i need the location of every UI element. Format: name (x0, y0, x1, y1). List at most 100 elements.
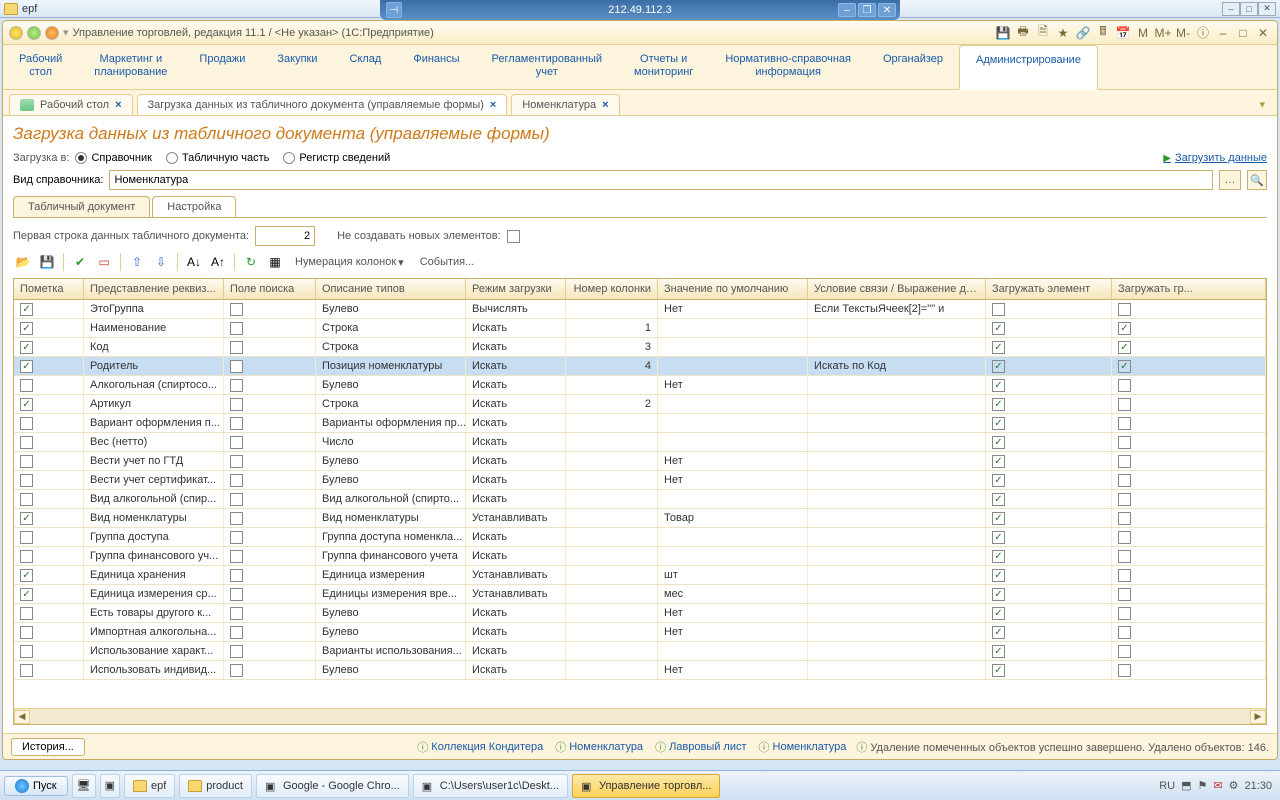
checkbox[interactable] (230, 550, 243, 563)
nav-item[interactable]: Отчеты имониторинг (618, 45, 709, 89)
checkbox[interactable] (1118, 550, 1131, 563)
column-header[interactable]: Представление реквиз... (84, 279, 224, 299)
preview-icon[interactable]: 🗎 (1035, 25, 1051, 41)
taskbar-item[interactable]: ▣ C:\Users\user1c\Deskt... (413, 774, 568, 798)
column-header[interactable]: Условие связи / Выражение дл... (808, 279, 986, 299)
checkbox[interactable] (20, 417, 33, 430)
tray-icon[interactable]: ⬒ (1181, 779, 1191, 792)
checkbox[interactable] (992, 531, 1005, 544)
checkbox[interactable] (230, 379, 243, 392)
checkbox[interactable] (20, 379, 33, 392)
bottom-link[interactable]: ⓘ Номенклатура (555, 739, 643, 755)
nav-item[interactable]: Администрирование (959, 45, 1098, 90)
check-icon[interactable]: ✔ (70, 252, 90, 272)
table-row[interactable]: Группа финансового уч...Группа финансово… (14, 547, 1266, 566)
nav-item[interactable]: Финансы (397, 45, 475, 89)
horizontal-scrollbar[interactable]: ◀ ▶ (14, 708, 1266, 724)
bottom-link[interactable]: ⓘ Коллекция Кондитера (417, 739, 543, 755)
table-row[interactable]: Вести учет по ГТДБулевоИскатьНет (14, 452, 1266, 471)
checkbox[interactable] (1118, 588, 1131, 601)
checkbox[interactable] (230, 341, 243, 354)
nav-item[interactable]: Маркетинг ипланирование (78, 45, 183, 89)
checkbox[interactable] (20, 626, 33, 639)
checkbox[interactable] (992, 322, 1005, 335)
app-maximize[interactable]: □ (1235, 25, 1251, 41)
checkbox[interactable] (992, 493, 1005, 506)
checkbox[interactable] (1118, 607, 1131, 620)
catalog-input[interactable] (109, 170, 1213, 190)
checkbox[interactable] (230, 626, 243, 639)
checkbox[interactable] (992, 360, 1005, 373)
start-button[interactable]: Пуск (4, 776, 68, 796)
checkbox[interactable] (20, 303, 33, 316)
catalog-search-button[interactable]: 🔍 (1247, 170, 1267, 190)
table-row[interactable]: Алкогольная (спиртосо...БулевоИскатьНет (14, 376, 1266, 395)
checkbox[interactable] (992, 512, 1005, 525)
rdp-close[interactable]: ✕ (878, 3, 896, 17)
dropdown-icon[interactable]: ▾ (63, 26, 69, 39)
checkbox[interactable] (20, 455, 33, 468)
column-header[interactable]: Режим загрузки (466, 279, 566, 299)
save-settings-icon[interactable]: 💾 (37, 252, 57, 272)
checkbox[interactable] (230, 664, 243, 677)
scroll-left-icon[interactable]: ◀ (14, 710, 30, 724)
app-close[interactable]: ✕ (1255, 25, 1271, 41)
move-down-icon[interactable]: ⇩ (151, 252, 171, 272)
checkbox[interactable] (20, 341, 33, 354)
checkbox[interactable] (20, 645, 33, 658)
radio-button[interactable] (166, 152, 178, 164)
checkbox[interactable] (992, 341, 1005, 354)
maximize-button[interactable]: □ (1240, 2, 1258, 16)
checkbox[interactable] (20, 569, 33, 582)
checkbox[interactable] (1118, 512, 1131, 525)
checkbox[interactable] (230, 531, 243, 544)
nav-fwd-icon[interactable] (45, 26, 59, 40)
column-header[interactable]: Загружать элемент (986, 279, 1112, 299)
checkbox[interactable] (230, 569, 243, 582)
tabs-expand-icon[interactable]: ▾ (1253, 94, 1271, 115)
checkbox[interactable] (20, 588, 33, 601)
table-row[interactable]: Группа доступаГруппа доступа номенкла...… (14, 528, 1266, 547)
checkbox[interactable] (992, 645, 1005, 658)
nav-item[interactable]: Закупки (261, 45, 333, 89)
checkbox[interactable] (992, 379, 1005, 392)
checkbox[interactable] (1118, 398, 1131, 411)
checkbox[interactable] (1118, 569, 1131, 582)
lang-indicator[interactable]: RU (1159, 780, 1175, 792)
rdp-minimize[interactable]: – (838, 3, 856, 17)
checkbox[interactable] (1118, 360, 1131, 373)
table-row[interactable]: КодСтрокаИскать3 (14, 338, 1266, 357)
checkbox[interactable] (992, 550, 1005, 563)
link-icon[interactable]: 🔗 (1075, 25, 1091, 41)
quick-launch[interactable]: ▣ (100, 774, 120, 798)
checkbox[interactable] (20, 607, 33, 620)
checkbox[interactable] (992, 303, 1005, 316)
checkbox[interactable] (20, 512, 33, 525)
save-icon[interactable]: 💾 (995, 25, 1011, 41)
grid-body[interactable]: ЭтоГруппаБулевоВычислятьНетЕсли ТекстыЯч… (14, 300, 1266, 708)
table-row[interactable]: Использовать индивид...БулевоИскатьНет (14, 661, 1266, 680)
checkbox[interactable] (1118, 531, 1131, 544)
checkbox[interactable] (1118, 474, 1131, 487)
checkbox[interactable] (20, 531, 33, 544)
checkbox[interactable] (1118, 303, 1131, 316)
table-row[interactable]: Вести учет сертификат...БулевоИскатьНет (14, 471, 1266, 490)
uncheck-icon[interactable]: ▭ (94, 252, 114, 272)
table-row[interactable]: Есть товары другого к...БулевоИскатьНет (14, 604, 1266, 623)
doc-tab[interactable]: Загрузка данных из табличного документа … (137, 94, 508, 115)
nav-item[interactable]: Регламентированныйучет (476, 45, 619, 89)
checkbox[interactable] (1118, 626, 1131, 639)
move-up-icon[interactable]: ⇧ (127, 252, 147, 272)
column-header[interactable]: Номер колонки (566, 279, 658, 299)
close-tab-icon[interactable]: × (490, 99, 496, 111)
calc-icon[interactable]: 🖩 (1095, 25, 1111, 41)
mminus-icon[interactable]: M- (1175, 25, 1191, 41)
table-row[interactable]: Вид номенклатурыВид номенклатурыУстанавл… (14, 509, 1266, 528)
checkbox[interactable] (230, 398, 243, 411)
tray-icon[interactable]: ⚙ (1229, 779, 1239, 792)
quick-launch[interactable]: 🖥 (72, 774, 96, 798)
checkbox[interactable] (992, 436, 1005, 449)
checkbox[interactable] (230, 607, 243, 620)
table-row[interactable]: Использование характ...Варианты использо… (14, 642, 1266, 661)
close-tab-icon[interactable]: × (602, 99, 608, 111)
